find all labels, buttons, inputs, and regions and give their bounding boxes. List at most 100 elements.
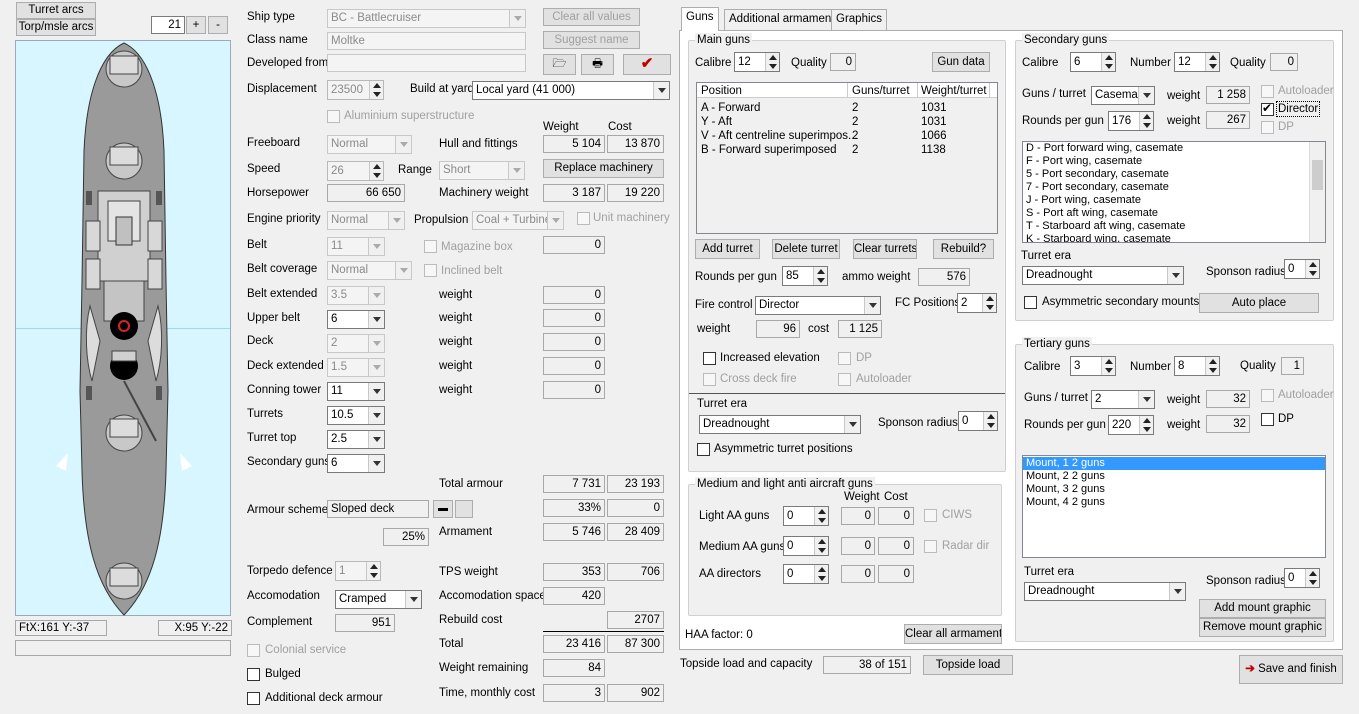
upper-belt-select[interactable]: 6 (327, 310, 385, 329)
ship-type-select[interactable]: BC - Battlecruiser (327, 9, 526, 28)
main-sponson-spinner[interactable]: 0 (958, 411, 998, 431)
armour-scheme-button[interactable] (455, 500, 473, 518)
list-item[interactable]: Mount, 4 2 guns (1023, 496, 1325, 509)
tab-guns[interactable]: Guns (681, 7, 719, 31)
sec-autoloader-checkbox[interactable] (1261, 85, 1274, 98)
auto-place-button[interactable]: Auto place (1199, 293, 1319, 313)
deck-select[interactable]: 2 (327, 334, 385, 353)
sec-rpg-spinner[interactable]: 176 (1108, 111, 1154, 131)
list-item[interactable]: K - Starboard wing, casemate (1023, 233, 1325, 242)
inclined-belt-checkbox[interactable] (424, 264, 437, 277)
ship-view[interactable] (15, 40, 231, 616)
aa-directors-spinner[interactable]: 0 (783, 564, 829, 584)
sec-calibre-spinner[interactable]: 6 (1070, 52, 1116, 72)
list-item[interactable]: S - Port aft wing, casemate (1023, 207, 1325, 220)
secondary-mount-list[interactable]: D - Port forward wing, casemate F - Port … (1022, 141, 1326, 243)
ter-rpg-spinner[interactable]: 220 (1108, 415, 1154, 435)
zoom-in-button[interactable]: + (186, 16, 206, 34)
ter-autoloader-checkbox[interactable] (1261, 389, 1274, 402)
colonial-service-checkbox[interactable] (247, 644, 260, 657)
tab-graphics[interactable]: Graphics (831, 9, 888, 30)
rebuild-button[interactable]: Rebuild? (933, 239, 994, 259)
ter-sponson-spinner[interactable]: 0 (1284, 568, 1320, 588)
add-mount-graphic-button[interactable]: Add mount graphic (1199, 599, 1326, 618)
add-turret-button[interactable]: Add turret (695, 239, 760, 259)
delete-turret-button[interactable]: Delete turret (772, 239, 840, 259)
ter-number-spinner[interactable]: 8 (1174, 356, 1220, 376)
sec-dp-checkbox[interactable] (1261, 121, 1274, 134)
clear-all-values-button[interactable]: Clear all values (543, 8, 640, 26)
build-yard-select[interactable]: Local yard (41 000) (472, 81, 670, 100)
engine-priority-select[interactable]: Normal (327, 211, 405, 230)
turrets-armour-select[interactable]: 10.5 (327, 406, 385, 425)
clear-all-armament-button[interactable]: Clear all armament (904, 624, 1002, 644)
asym-turret-checkbox[interactable] (697, 443, 710, 456)
ter-era-select[interactable]: Dreadnought (1024, 582, 1186, 601)
additional-deck-armour-checkbox[interactable] (247, 692, 260, 705)
conning-tower-select[interactable]: 11 (327, 382, 385, 401)
clear-turrets-button[interactable]: Clear turrets (853, 239, 917, 259)
secondary-guns-armour-select[interactable]: 6 (327, 454, 385, 473)
magazine-box-checkbox[interactable] (424, 240, 437, 253)
freeboard-select[interactable]: Normal (327, 135, 412, 154)
sec-era-select[interactable]: Dreadnought (1022, 266, 1184, 285)
turret-top-select[interactable]: 2.5 (327, 430, 385, 449)
sec-number-spinner[interactable]: 12 (1174, 52, 1220, 72)
sec-gpt-select[interactable]: Casemat (1091, 86, 1155, 105)
list-item[interactable]: 7 - Port secondary, casemate (1023, 181, 1325, 194)
belt-select[interactable]: 11 (327, 237, 385, 256)
list-item[interactable]: Mount, 1 2 guns (1023, 457, 1325, 470)
torp-arcs-button[interactable]: Torp/msle arcs (16, 19, 96, 36)
gun-data-button[interactable]: Gun data (932, 52, 990, 72)
radar-dir-checkbox[interactable] (924, 540, 937, 553)
cross-deck-checkbox[interactable] (703, 373, 716, 386)
ter-calibre-spinner[interactable]: 3 (1070, 356, 1116, 376)
class-name-input[interactable]: Moltke (327, 32, 526, 50)
topside-load-button[interactable]: Topside load (923, 655, 1013, 675)
medium-aa-spinner[interactable]: 0 (783, 536, 829, 556)
propulsion-select[interactable]: Coal + Turbine (472, 211, 564, 230)
light-aa-spinner[interactable]: 0 (783, 506, 829, 526)
print-icon[interactable]: 🖶 (581, 54, 614, 75)
suggest-name-button[interactable]: Suggest name (543, 31, 640, 49)
sec-sponson-spinner[interactable]: 0 (1284, 259, 1320, 279)
accept-check-icon[interactable]: ✔ (623, 54, 671, 75)
list-item[interactable]: J - Port wing, casemate (1023, 194, 1325, 207)
turret-arcs-button[interactable]: Turret arcs (16, 2, 96, 19)
range-select[interactable]: Short (439, 161, 525, 180)
list-item[interactable]: D - Port forward wing, casemate (1023, 142, 1325, 155)
main-rounds-spinner[interactable]: 85 (782, 266, 828, 286)
increased-elevation-checkbox[interactable] (703, 352, 716, 365)
tab-additional-armament[interactable]: Additional armament (724, 9, 840, 30)
list-item[interactable]: Mount, 2 2 guns (1023, 470, 1325, 483)
list-item[interactable]: Mount, 3 2 guns (1023, 483, 1325, 496)
table-row[interactable]: Y - Aft 2 1031 (697, 115, 987, 129)
ter-gpt-select[interactable]: 2 (1091, 390, 1155, 409)
fire-control-select[interactable]: Director (755, 296, 881, 315)
main-era-select[interactable]: Dreadnought (699, 415, 861, 434)
ter-dp-checkbox[interactable] (1261, 413, 1274, 426)
speed-spinner[interactable]: 26 (327, 161, 384, 181)
list-item[interactable]: T - Starboard aft wing, casemate (1023, 220, 1325, 233)
open-folder-icon[interactable]: 🗁 (543, 54, 576, 75)
table-row[interactable]: A - Forward 2 1031 (697, 101, 987, 115)
armour-scheme-icon[interactable]: ▬ (433, 500, 453, 518)
bulged-checkbox[interactable] (247, 668, 260, 681)
accomodation-select[interactable]: Cramped (335, 590, 422, 609)
main-calibre-spinner[interactable]: 12 (734, 52, 780, 72)
unit-machinery-checkbox[interactable] (577, 212, 590, 225)
remove-mount-graphic-button[interactable]: Remove mount graphic (1199, 618, 1326, 637)
belt-extended-select[interactable]: 3.5 (327, 286, 385, 305)
ciws-checkbox[interactable] (924, 509, 937, 522)
torpedo-defence-spinner[interactable]: 1 (335, 561, 381, 581)
list-item[interactable]: F - Port wing, casemate (1023, 155, 1325, 168)
zoom-out-button[interactable]: - (208, 16, 228, 34)
main-dp-checkbox[interactable] (838, 352, 851, 365)
tertiary-mount-list[interactable]: Mount, 1 2 guns Mount, 2 2 guns Mount, 3 2… (1022, 455, 1326, 558)
sec-director-checkbox[interactable] (1261, 101, 1274, 116)
displacement-spinner[interactable]: 23500 (327, 80, 384, 100)
main-turret-list[interactable]: Position Guns/turret Weight/turret A - F… (696, 82, 998, 234)
aluminium-checkbox[interactable] (327, 110, 340, 123)
developed-from-input[interactable] (327, 54, 526, 72)
fc-positions-spinner[interactable]: 2 (957, 293, 997, 313)
